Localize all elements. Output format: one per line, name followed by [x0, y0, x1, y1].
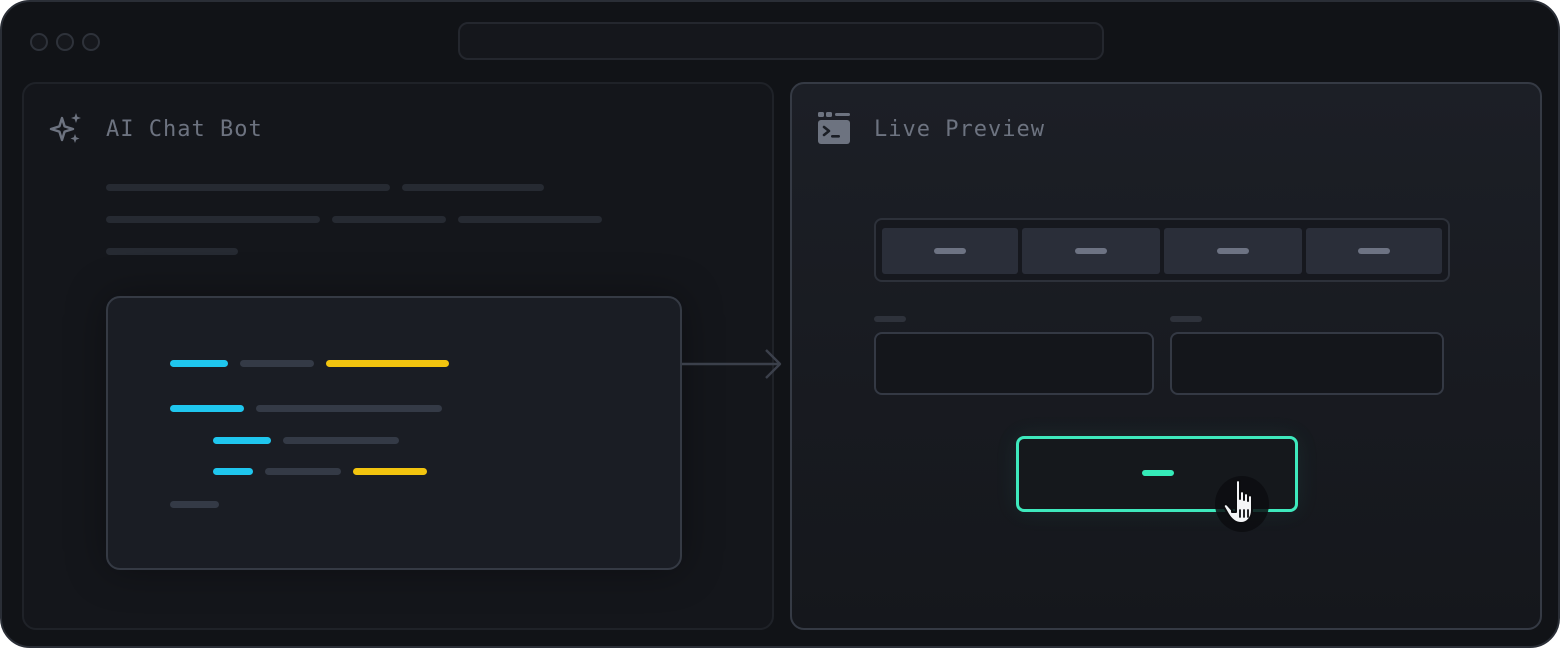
code-token-keyword	[170, 360, 228, 367]
code-token-keyword	[213, 468, 253, 475]
code-token	[256, 405, 442, 412]
chat-message-line	[106, 248, 238, 255]
preview-tab[interactable]	[1022, 228, 1160, 274]
window-maximize-button[interactable]	[82, 33, 100, 51]
code-token	[283, 437, 399, 444]
preview-tab[interactable]	[882, 228, 1018, 274]
sparkles-icon	[49, 113, 81, 143]
arrow-right-icon	[682, 349, 782, 379]
code-token	[240, 360, 314, 367]
hand-pointer-icon	[1215, 476, 1269, 532]
preview-tab[interactable]	[1164, 228, 1302, 274]
chat-message-line	[332, 216, 446, 223]
preview-tab-bar	[874, 218, 1450, 282]
chat-message-line	[106, 216, 320, 223]
window-close-button[interactable]	[30, 33, 48, 51]
terminal-window-icon	[818, 112, 850, 144]
code-token-keyword	[213, 437, 271, 444]
preview-input-field[interactable]	[874, 332, 1154, 395]
field-label	[1170, 316, 1202, 322]
preview-panel-title: Live Preview	[874, 117, 1045, 142]
chat-message-line	[458, 216, 602, 223]
preview-tab[interactable]	[1306, 228, 1442, 274]
window-minimize-button[interactable]	[56, 33, 74, 51]
preview-input-field[interactable]	[1170, 332, 1444, 395]
submit-button-label	[1142, 470, 1174, 476]
code-snippet-card	[106, 296, 682, 570]
field-label	[874, 316, 906, 322]
chat-message-line	[106, 184, 390, 191]
code-token-string	[353, 468, 427, 475]
chat-panel-title: AI Chat Bot	[106, 117, 263, 142]
code-token	[265, 468, 341, 475]
code-token	[170, 501, 219, 508]
chat-message-line	[402, 184, 544, 191]
code-token-string	[326, 360, 449, 367]
address-bar[interactable]	[458, 22, 1104, 60]
code-token-keyword	[170, 405, 244, 412]
